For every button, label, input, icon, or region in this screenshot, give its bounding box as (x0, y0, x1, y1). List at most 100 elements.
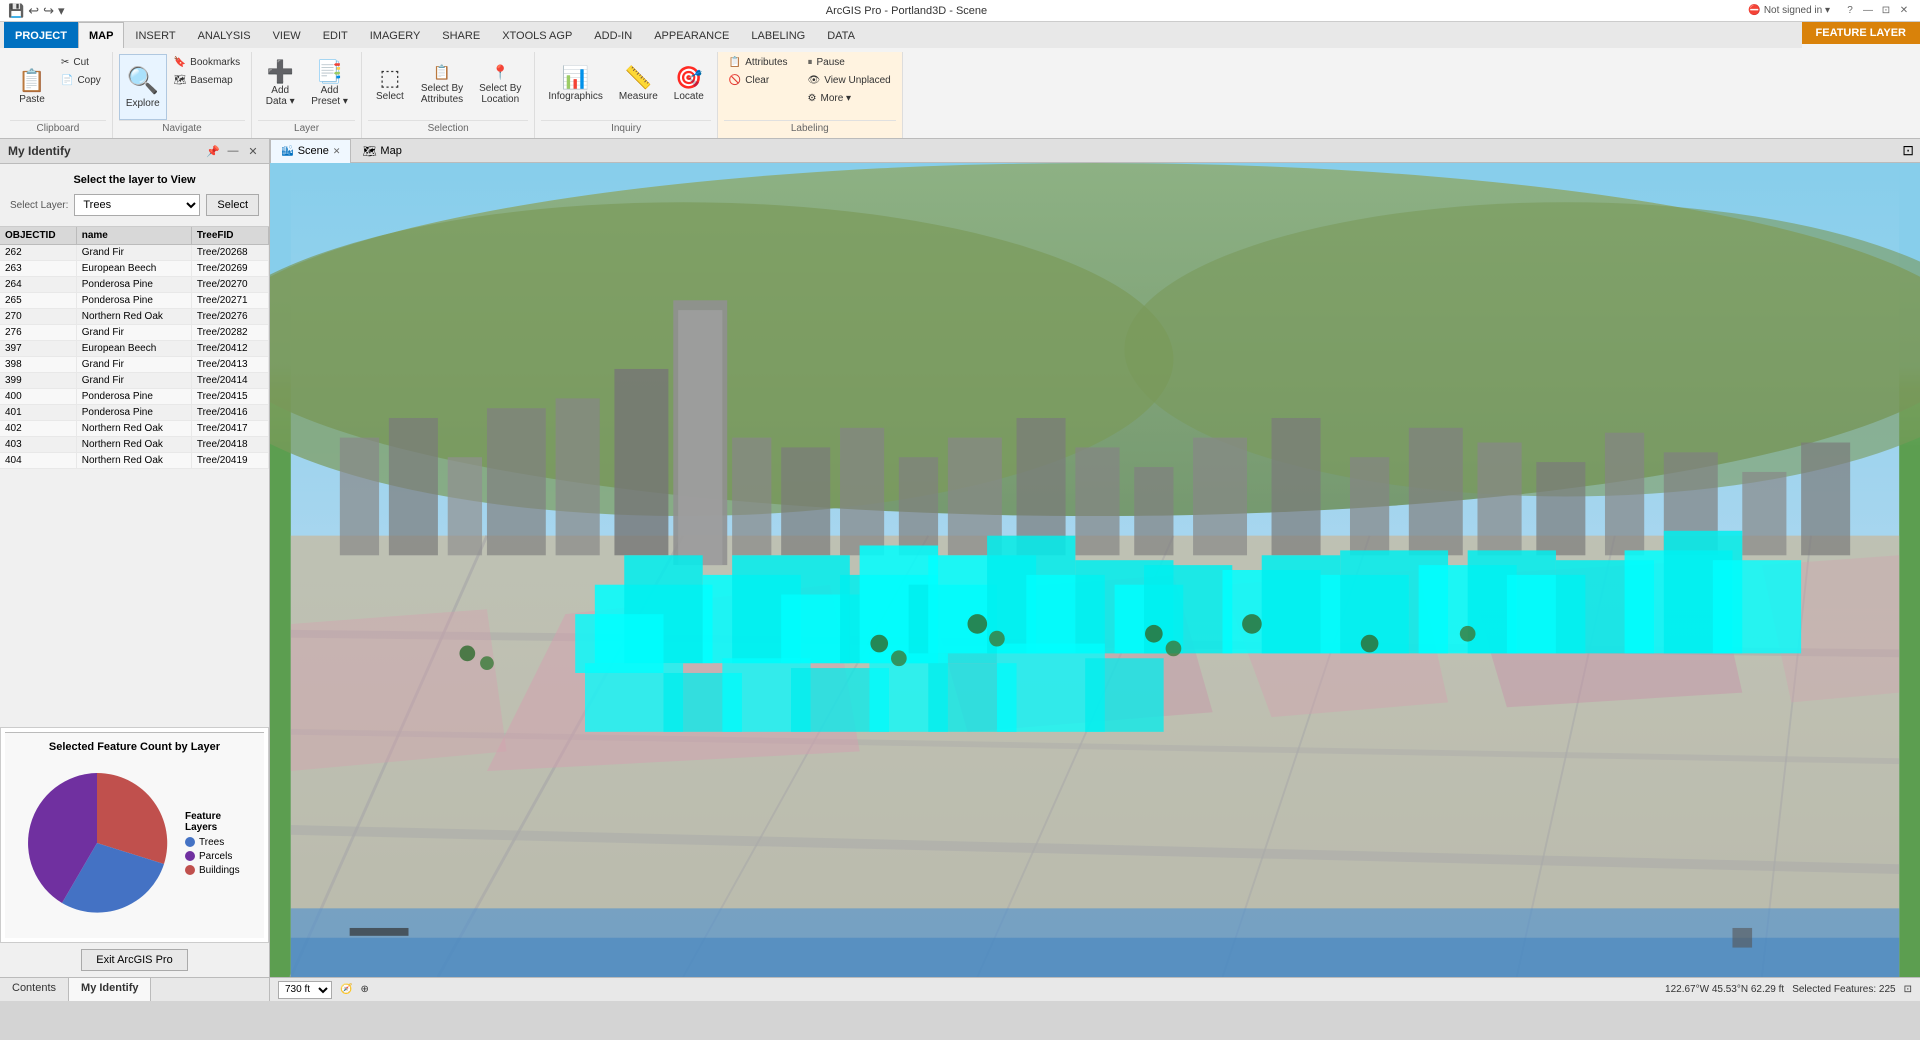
copy-button[interactable]: 📄 Copy (56, 72, 106, 89)
cell-name: Grand Fir (76, 325, 191, 341)
save-icon[interactable]: 💾 (8, 3, 24, 19)
layer-dropdown[interactable]: Trees Parcels Buildings (74, 194, 200, 216)
pause-icon: ⏸ (808, 57, 813, 68)
locate-button[interactable]: 🎯 Locate (667, 54, 711, 114)
tab-map[interactable]: 🗺 Map (351, 139, 412, 163)
table-row[interactable]: 402 Northern Red Oak Tree/20417 (0, 421, 269, 437)
cell-objectid: 402 (0, 421, 76, 437)
cell-name: Northern Red Oak (76, 309, 191, 325)
tab-imagery[interactable]: IMAGERY (359, 22, 432, 48)
minimize-btn[interactable]: — (1860, 4, 1876, 18)
explore-button[interactable]: 🔍 Explore (119, 54, 167, 120)
tab-my-identify[interactable]: My Identify (69, 978, 151, 1001)
more-button[interactable]: ⚙ More ▾ (803, 90, 896, 107)
clear-button[interactable]: 🚫 Clear (724, 72, 793, 89)
copy-icon: 📄 (61, 75, 73, 86)
tab-data[interactable]: DATA (816, 22, 866, 48)
locate-icon: 🎯 (675, 67, 702, 89)
cell-objectid: 401 (0, 405, 76, 421)
cell-objectid: 399 (0, 373, 76, 389)
scale-dropdown[interactable]: 730 ft 1 mi 0.5 mi (278, 981, 332, 999)
table-row[interactable]: 401 Ponderosa Pine Tree/20416 (0, 405, 269, 421)
table-row[interactable]: 399 Grand Fir Tree/20414 (0, 373, 269, 389)
cell-objectid: 398 (0, 357, 76, 373)
exit-arcgis-button[interactable]: Exit ArcGIS Pro (81, 949, 187, 971)
table-row[interactable]: 270 Northern Red Oak Tree/20276 (0, 309, 269, 325)
panel-minimize-icon[interactable]: — (225, 143, 241, 159)
chart-title: Selected Feature Count by Layer (13, 741, 256, 753)
col-objectid: OBJECTID (0, 227, 76, 245)
select-layer-button[interactable]: Select (206, 194, 259, 216)
tab-labeling[interactable]: LABELING (740, 22, 816, 48)
redo-icon[interactable]: ↪ (43, 3, 54, 19)
select-by-attributes-button[interactable]: 📋 Select ByAttributes (414, 54, 470, 114)
table-row[interactable]: 398 Grand Fir Tree/20413 (0, 357, 269, 373)
paste-button[interactable]: 📋 Paste (10, 54, 54, 120)
pause-button[interactable]: ⏸ Pause (803, 54, 896, 71)
table-row[interactable]: 404 Northern Red Oak Tree/20419 (0, 453, 269, 469)
table-row[interactable]: 400 Ponderosa Pine Tree/20415 (0, 389, 269, 405)
attributes-icon: 📋 (729, 57, 741, 68)
select-by-location-button[interactable]: 📍 Select ByLocation (472, 54, 528, 114)
ribbon-tabs: PROJECT MAP INSERT ANALYSIS VIEW EDIT IM… (0, 22, 1802, 48)
table-row[interactable]: 397 European Beech Tree/20412 (0, 341, 269, 357)
infographics-button[interactable]: 📊 Infographics (541, 54, 609, 114)
scene-svg (270, 163, 1920, 977)
cell-treefid: Tree/20412 (191, 341, 268, 357)
table-row[interactable]: 263 European Beech Tree/20269 (0, 261, 269, 277)
tab-analysis[interactable]: ANALYSIS (187, 22, 262, 48)
explore-icon: 🔍 (127, 65, 159, 96)
tab-map[interactable]: MAP (78, 22, 124, 48)
measure-button[interactable]: 📏 Measure (612, 54, 665, 114)
legend-item-trees: Trees (185, 837, 252, 848)
table-row[interactable]: 276 Grand Fir Tree/20282 (0, 325, 269, 341)
maximize-btn[interactable]: ⊡ (1878, 4, 1894, 18)
select-loc-icon: 📍 (492, 64, 509, 81)
add-data-button[interactable]: ➕ AddData ▾ (258, 54, 302, 114)
inquiry-label: Inquiry (541, 120, 710, 136)
bottom-tabs: Contents My Identify (0, 977, 269, 1001)
tab-appearance[interactable]: APPEARANCE (643, 22, 740, 48)
table-row[interactable]: 262 Grand Fir Tree/20268 (0, 245, 269, 261)
map-expand-btn[interactable]: ⊡ (1896, 140, 1920, 161)
tab-scene[interactable]: 🏙 Scene ✕ (270, 139, 351, 163)
tab-contents[interactable]: Contents (0, 978, 69, 1001)
cell-treefid: Tree/20414 (191, 373, 268, 389)
tab-xtools[interactable]: XTOOLS AGP (491, 22, 583, 48)
close-btn[interactable]: ✕ (1896, 4, 1912, 18)
measure-icon: 📏 (625, 67, 652, 89)
expand-icon[interactable]: ⊡ (1904, 984, 1912, 995)
select-icon: ⬚ (379, 67, 400, 89)
help-btn[interactable]: ? (1842, 4, 1858, 18)
table-inner[interactable]: OBJECTID name TreeFID 262 Grand Fir Tree… (0, 227, 269, 477)
undo-icon[interactable]: ↩ (28, 3, 39, 19)
view-unplaced-button[interactable]: 👁 View Unplaced (803, 72, 896, 89)
bookmarks-icon: 🔖 (174, 57, 186, 68)
features-table: OBJECTID name TreeFID 262 Grand Fir Tree… (0, 227, 269, 469)
tab-project[interactable]: PROJECT (4, 22, 78, 48)
cell-name: Grand Fir (76, 373, 191, 389)
feature-layer-tab[interactable]: FEATURE LAYER (1802, 22, 1920, 44)
map-viewport[interactable] (270, 163, 1920, 977)
tab-share[interactable]: SHARE (431, 22, 491, 48)
basemap-button[interactable]: 🗺 Basemap (169, 72, 245, 89)
cell-treefid: Tree/20415 (191, 389, 268, 405)
panel-close-icon[interactable]: ✕ (245, 143, 261, 159)
add-preset-button[interactable]: 📑 AddPreset ▾ (304, 54, 355, 114)
attributes-button[interactable]: 📋 Attributes (724, 54, 793, 71)
map-area: 🏙 Scene ✕ 🗺 Map ⊡ (270, 139, 1920, 1001)
pin-icon[interactable]: 📌 (205, 143, 221, 159)
table-row[interactable]: 264 Ponderosa Pine Tree/20270 (0, 277, 269, 293)
tab-view[interactable]: VIEW (262, 22, 312, 48)
scene-tab-close[interactable]: ✕ (333, 146, 341, 157)
user-account[interactable]: ⛔ Not signed in ▾ (1748, 5, 1830, 16)
tab-insert[interactable]: INSERT (124, 22, 186, 48)
bookmarks-button[interactable]: 🔖 Bookmarks (169, 54, 245, 71)
cut-button[interactable]: ✂ Cut (56, 54, 106, 71)
tab-addin[interactable]: ADD-IN (583, 22, 643, 48)
select-button[interactable]: ⬚ Select (368, 54, 412, 114)
table-row[interactable]: 403 Northern Red Oak Tree/20418 (0, 437, 269, 453)
table-row[interactable]: 265 Ponderosa Pine Tree/20271 (0, 293, 269, 309)
table-scroll-wrapper[interactable]: OBJECTID name TreeFID 262 Grand Fir Tree… (0, 227, 269, 477)
tab-edit[interactable]: EDIT (312, 22, 359, 48)
